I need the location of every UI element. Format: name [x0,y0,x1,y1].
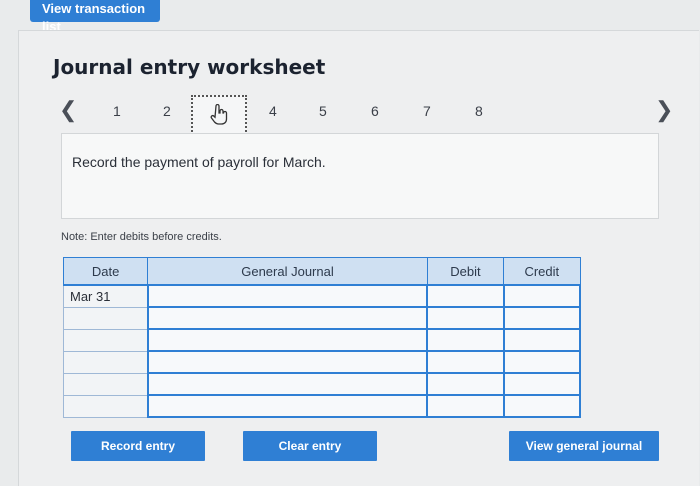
instruction-box: Record the payment of payroll for March. [61,133,659,219]
table-row: Mar 31 [62,284,582,308]
page-2[interactable]: 2 [163,103,171,119]
view-transaction-list-button[interactable]: View transaction list [30,0,160,34]
account-input[interactable] [146,394,429,418]
general-journal-header: General Journal [147,257,428,286]
credit-input[interactable] [502,394,582,418]
debit-input[interactable] [426,306,505,330]
account-input[interactable] [146,306,429,330]
note-text: Note: Enter debits before credits. [61,231,222,243]
account-input[interactable] [146,328,429,352]
table-row [62,372,582,396]
record-entry-button[interactable]: Record entry [71,431,205,461]
table-row [62,394,582,418]
date-header: Date [62,257,149,286]
account-input[interactable] [146,284,429,308]
date-cell [62,350,149,374]
account-input[interactable] [146,350,429,374]
debit-input[interactable] [426,372,505,396]
date-cell: Mar 31 [62,284,149,308]
chevron-right-icon[interactable]: ❯ [655,97,673,123]
table-row [62,328,582,352]
page-4[interactable]: 4 [269,103,277,119]
date-cell [62,372,149,396]
page-7[interactable]: 7 [423,103,431,119]
table-row [62,350,582,374]
debit-input[interactable] [426,350,505,374]
credit-input[interactable] [502,372,582,396]
page-8[interactable]: 8 [475,103,483,119]
journal-table: Date General Journal Debit Credit Mar 31 [62,257,582,418]
date-cell [62,306,149,330]
page-current[interactable] [191,95,247,135]
hand-cursor-icon [210,104,228,125]
instruction-text: Record the payment of payroll for March. [72,154,326,170]
credit-input[interactable] [502,306,582,330]
table-row [62,306,582,330]
worksheet-pager: ❮ 1 2 4 5 6 7 8 ❯ [19,95,699,135]
credit-input[interactable] [502,350,582,374]
page-1[interactable]: 1 [113,103,121,119]
date-cell [62,328,149,352]
page-5[interactable]: 5 [319,103,327,119]
journal-entry-panel: Journal entry worksheet ❮ 1 2 4 5 6 7 8 … [18,30,699,486]
debit-header: Debit [426,257,505,286]
credit-input[interactable] [502,328,582,352]
clear-entry-button[interactable]: Clear entry [243,431,377,461]
chevron-left-icon[interactable]: ❮ [59,97,77,123]
account-input[interactable] [146,372,429,396]
credit-header: Credit [503,257,581,286]
page-6[interactable]: 6 [371,103,379,119]
date-cell [62,394,149,418]
view-general-journal-button[interactable]: View general journal [509,431,659,461]
page-title: Journal entry worksheet [53,55,326,79]
credit-input[interactable] [502,284,582,308]
debit-input[interactable] [426,394,505,418]
debit-input[interactable] [426,284,505,308]
debit-input[interactable] [426,328,505,352]
